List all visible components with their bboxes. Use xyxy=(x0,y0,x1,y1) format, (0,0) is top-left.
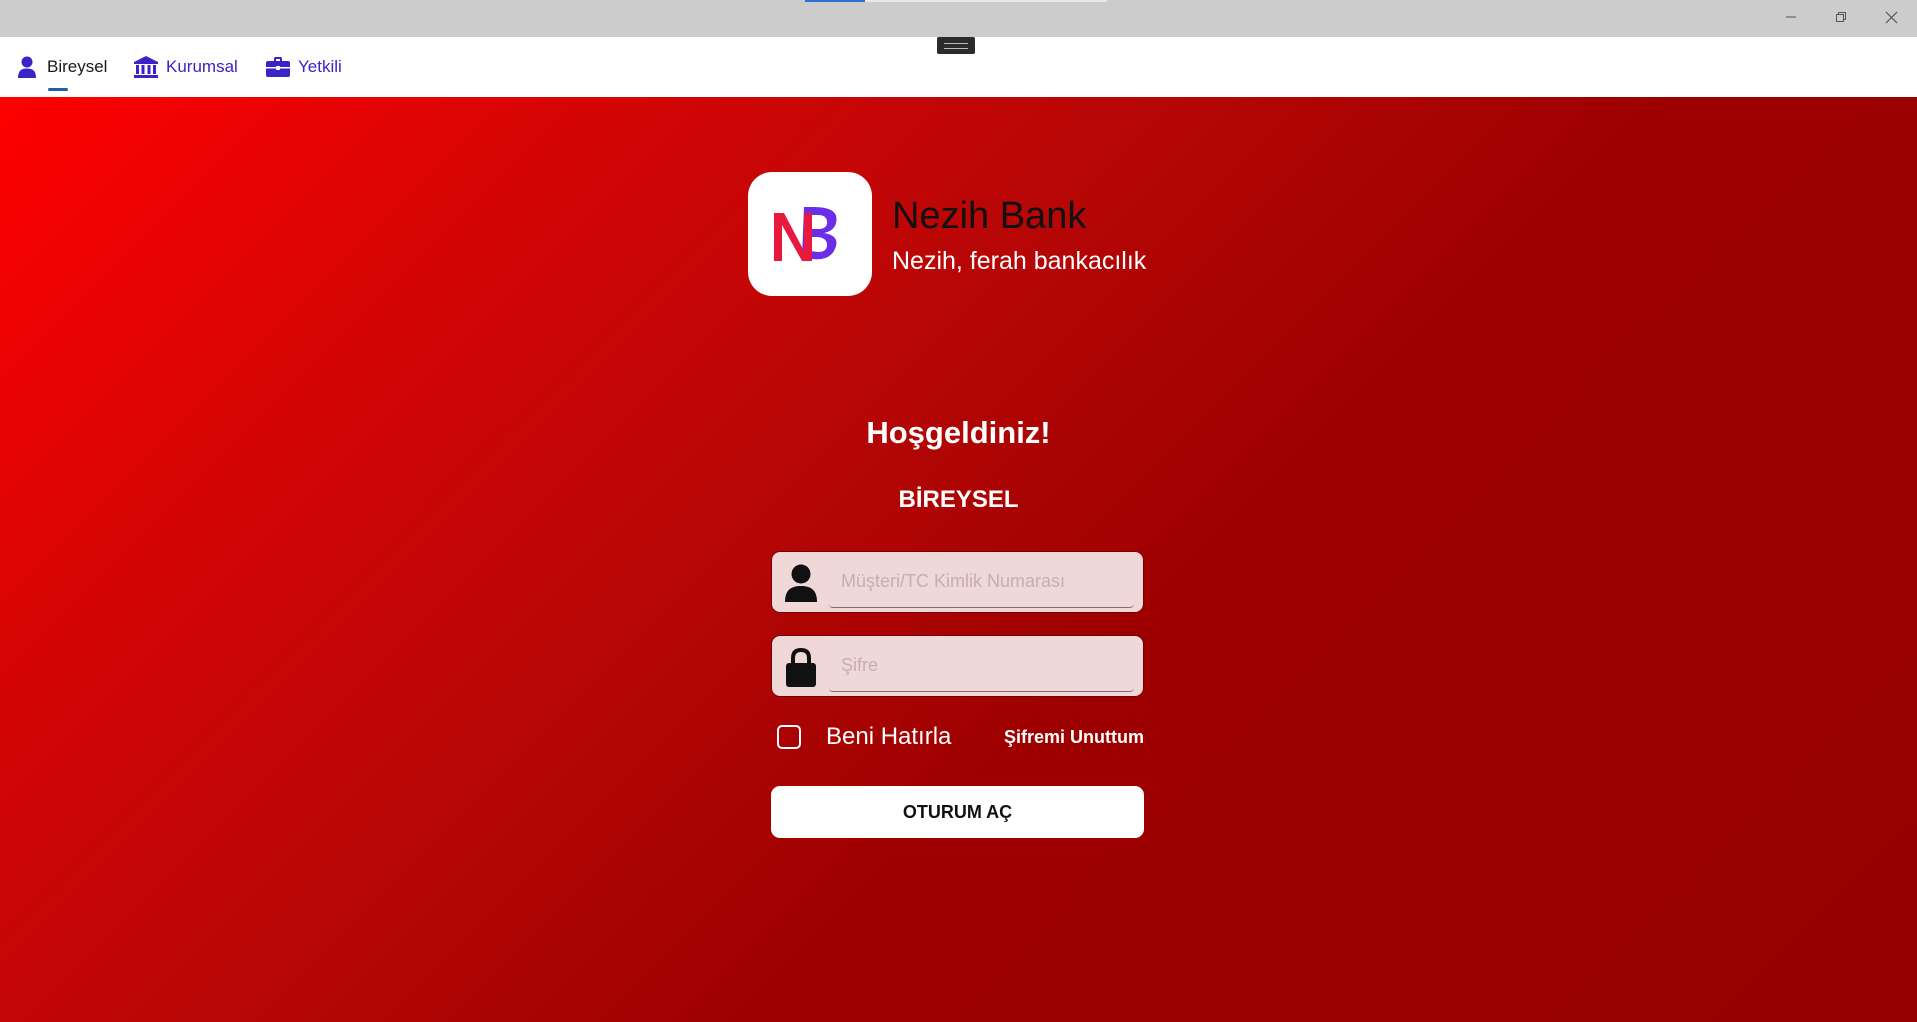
login-panel: Nezih Bank Nezih, ferah bankacılık Hoşge… xyxy=(0,97,1917,1022)
remember-me-checkbox[interactable] xyxy=(777,725,801,749)
lock-icon xyxy=(782,647,820,687)
restore-icon[interactable] xyxy=(1818,0,1864,34)
minimize-icon[interactable] xyxy=(1768,0,1814,34)
bank-building-icon xyxy=(134,55,158,79)
login-button[interactable]: OTURUM AÇ xyxy=(771,786,1144,838)
remember-me-label[interactable]: Beni Hatırla xyxy=(826,723,951,751)
password-field xyxy=(771,635,1144,697)
briefcase-icon xyxy=(266,55,290,79)
person-icon xyxy=(15,55,39,79)
tab-yetkili[interactable]: Yetkili xyxy=(266,37,342,97)
titlebar-progress-bar xyxy=(805,0,1107,2)
password-input[interactable] xyxy=(829,640,1134,692)
user-icon xyxy=(782,564,820,602)
welcome-heading: Hoşgeldiniz! xyxy=(866,415,1051,450)
active-tab-indicator xyxy=(48,88,68,91)
tab-label: Yetkili xyxy=(298,57,342,76)
close-icon[interactable] xyxy=(1868,0,1914,34)
bank-logo xyxy=(748,172,872,296)
tab-kurumsal[interactable]: Kurumsal xyxy=(134,37,238,97)
nb-logo-icon xyxy=(774,207,837,261)
window-titlebar[interactable] xyxy=(0,0,1917,37)
forgot-password-link[interactable]: Şifremi Unuttum xyxy=(1004,727,1144,748)
customer-id-input[interactable] xyxy=(829,556,1134,608)
bank-name: Nezih Bank xyxy=(892,195,1087,237)
customer-id-field xyxy=(771,551,1144,613)
tab-label: Kurumsal xyxy=(166,57,238,76)
segment-title: BİREYSEL xyxy=(898,486,1019,513)
drag-handle[interactable] xyxy=(937,37,975,54)
tab-bireysel[interactable]: Bireysel xyxy=(15,37,107,97)
tab-label: Bireysel xyxy=(47,57,108,76)
titlebar-progress-fill xyxy=(805,0,866,2)
bank-slogan: Nezih, ferah bankacılık xyxy=(892,247,1147,275)
